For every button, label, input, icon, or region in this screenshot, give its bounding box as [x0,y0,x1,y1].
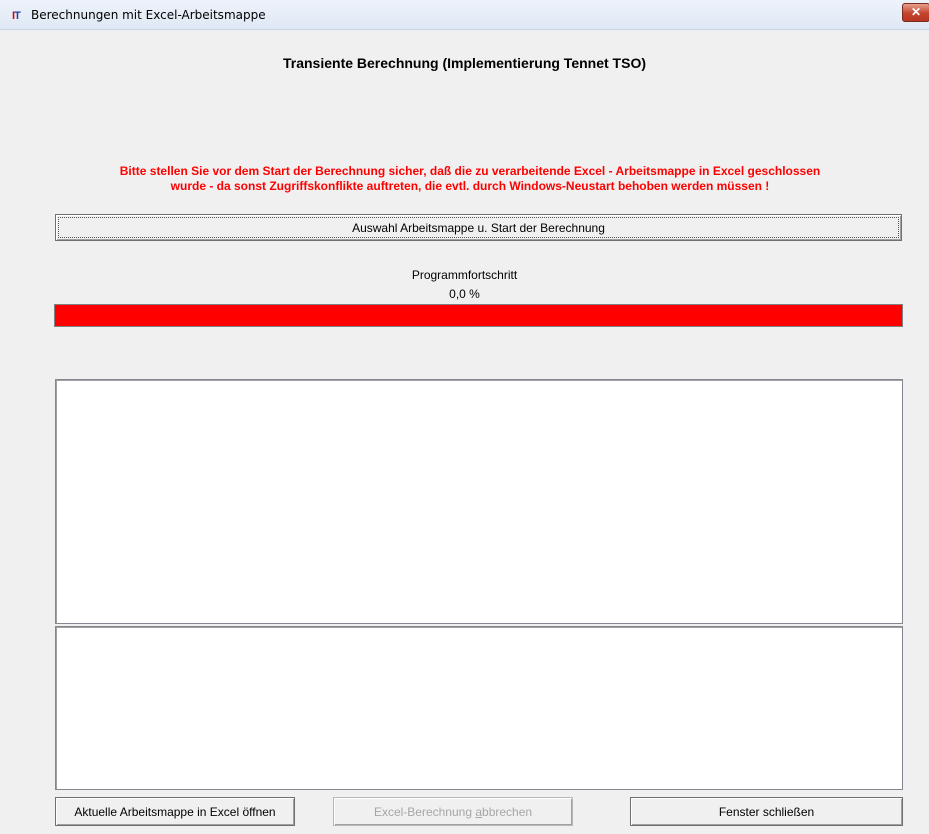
dialog-window: IT Berechnungen mit Excel-Arbeitsmappe ✕… [0,0,929,834]
app-icon: IT [12,10,21,22]
cancel-label: Excel-Berechnung abbrechen [373,804,533,819]
open-workbook-label: Aktuelle Arbeitsmappe in Excel öffnen [74,804,276,819]
page-title: Transiente Berechnung (Implementierung T… [282,55,646,71]
log-output-primary[interactable] [55,379,903,624]
warning-message: Bitte stellen Sie vor dem Start der Bere… [40,164,900,194]
progress-bar [54,304,903,327]
progress-value: 0,0 % [449,287,480,301]
warning-line-2: wurde - da sonst Zugriffskonflikte auftr… [170,179,770,193]
start-button-label: Auswahl Arbeitsmappe u. Start der Berech… [352,220,605,235]
mnemonic-underline: a [475,804,483,819]
window-title: Berechnungen mit Excel-Arbeitsmappe [31,8,266,22]
log-output-secondary[interactable] [55,626,903,790]
open-workbook-in-excel-button[interactable]: Aktuelle Arbeitsmappe in Excel öffnen [55,797,295,826]
close-icon: ✕ [910,5,922,19]
cancel-excel-calculation-button[interactable]: Excel-Berechnung abbrechen [333,797,573,826]
select-workbook-start-button[interactable]: Auswahl Arbeitsmappe u. Start der Berech… [55,214,902,241]
close-window-footer-button[interactable]: Fenster schließen [630,797,903,826]
progress-label: Programmfortschritt [411,268,518,282]
warning-line-1: Bitte stellen Sie vor dem Start der Bere… [119,164,821,178]
close-window-button[interactable]: ✕ [902,3,929,22]
close-window-label: Fenster schließen [718,804,815,819]
title-bar[interactable]: IT Berechnungen mit Excel-Arbeitsmappe ✕ [0,0,929,30]
